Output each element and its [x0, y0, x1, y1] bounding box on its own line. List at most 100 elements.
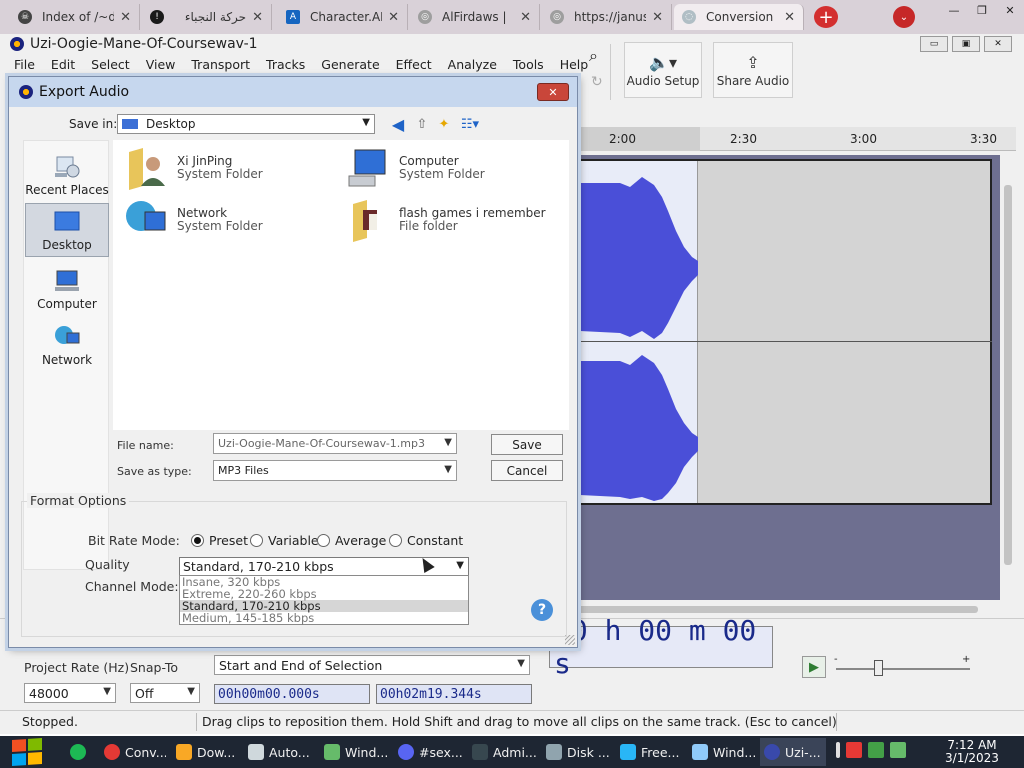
taskbar-item-spotify[interactable] — [66, 738, 96, 766]
taskbar-item-free[interactable]: Free... — [616, 738, 682, 766]
file-item[interactable]: Xi JinPing System Folder — [125, 146, 263, 190]
new-tab-button[interactable]: + — [814, 6, 838, 28]
help-button[interactable]: ? — [531, 599, 553, 621]
audio-position-display[interactable]: 00 h 00 m 00 s — [549, 614, 773, 680]
play-at-speed-button[interactable]: ▶ — [802, 656, 826, 678]
waveform — [580, 177, 698, 501]
minimize-button[interactable]: ▭ — [920, 36, 948, 52]
save-in-select[interactable]: Desktop ▼ — [117, 114, 375, 134]
close-icon[interactable]: ✕ — [252, 10, 263, 25]
flag-icon[interactable] — [846, 742, 862, 758]
snap-to-select[interactable]: Off ▼ — [130, 683, 200, 703]
view-menu-icon[interactable]: ☷▾ — [461, 115, 479, 133]
selection-start-time[interactable]: 00h00m00.000s — [214, 684, 370, 704]
minimize-button[interactable]: — — [940, 0, 968, 20]
menu-tools[interactable]: Tools — [513, 57, 544, 72]
taskbar-item-windows-2[interactable]: Wind... — [688, 738, 756, 766]
menu-generate[interactable]: Generate — [321, 57, 379, 72]
file-item[interactable]: Computer System Folder — [347, 146, 485, 190]
network-icon[interactable] — [868, 742, 884, 758]
close-icon[interactable]: ✕ — [120, 10, 131, 25]
taskbar-item-discord[interactable]: #sex... — [394, 738, 464, 766]
dialog-title-bar: Export Audio ✕ — [9, 77, 577, 107]
browser-tab-janus[interactable]: ◎ https://janus ✕ — [542, 4, 672, 30]
browser-tab-conversion[interactable]: ◌ Conversion ✕ — [674, 4, 804, 30]
cancel-button[interactable]: Cancel — [491, 460, 563, 481]
close-button[interactable]: ✕ — [996, 0, 1024, 20]
browser-tab-alfirdaws[interactable]: ◎ AlFirdaws | ✕ — [410, 4, 540, 30]
save-as-type-label: Save as type: — [117, 465, 192, 478]
taskbar-item-chrome[interactable]: Conv... — [100, 738, 166, 766]
taskbar-item-windows-1[interactable]: Wind... — [320, 738, 390, 766]
slider-handle[interactable] — [874, 660, 883, 676]
menu-analyze[interactable]: Analyze — [448, 57, 497, 72]
menu-tracks[interactable]: Tracks — [266, 57, 305, 72]
menu-file[interactable]: File — [14, 57, 35, 72]
radio-average[interactable]: Average — [317, 533, 386, 548]
save-as-type-select[interactable]: MP3 Files ▼ — [213, 460, 457, 481]
menu-transport[interactable]: Transport — [191, 57, 250, 72]
file-item[interactable]: Network System Folder — [125, 198, 263, 242]
file-name-input[interactable]: Uzi-Oogie-Mane-Of-Coursewav-1.mp3 ▼ — [213, 433, 457, 454]
scroll-thumb[interactable] — [1004, 185, 1012, 565]
file-item[interactable]: flash games i remember File folder — [347, 198, 546, 242]
taskbar-item-audacity[interactable]: Uzi-... — [760, 738, 826, 766]
close-button[interactable]: ✕ — [984, 36, 1012, 52]
scroll-thumb[interactable] — [578, 606, 978, 613]
place-computer[interactable]: Computer — [25, 261, 109, 315]
vertical-scrollbar[interactable] — [1000, 155, 1016, 600]
menu-edit[interactable]: Edit — [51, 57, 75, 72]
place-desktop[interactable]: Desktop — [25, 203, 109, 257]
project-rate-select[interactable]: 48000 ▼ — [24, 683, 116, 703]
restore-button[interactable]: ❐ — [968, 0, 996, 20]
audio-setup-button[interactable]: 🔈▾ Audio Setup — [624, 42, 702, 98]
browser-tab-nujaba[interactable]: ! حركة النجباء ✕ — [142, 4, 272, 30]
maximize-button[interactable]: ▣ — [952, 36, 980, 52]
share-audio-button[interactable]: ⇪ Share Audio — [713, 42, 793, 98]
selection-end-time[interactable]: 00h02m19.344s — [376, 684, 532, 704]
selection-mode-select[interactable]: Start and End of Selection ▼ — [214, 655, 530, 675]
place-network[interactable]: Network — [25, 317, 109, 371]
radio-preset[interactable]: Preset — [191, 533, 248, 548]
close-icon[interactable]: ✕ — [520, 10, 531, 25]
taskbar-item-auto[interactable]: Auto... — [244, 738, 312, 766]
up-folder-icon[interactable]: ⇧ — [413, 115, 431, 133]
browser-tab-character-ai[interactable]: A Character.AI ✕ — [278, 4, 408, 30]
close-button[interactable]: ✕ — [537, 83, 569, 101]
new-folder-icon[interactable]: ✦ — [435, 115, 453, 133]
taskbar-label: Wind... — [345, 744, 389, 760]
save-button[interactable]: Save — [491, 434, 563, 455]
taskbar-item-downloads[interactable]: Dow... — [172, 738, 238, 766]
place-recent-places[interactable]: Recent Places — [25, 147, 109, 201]
volume-icon[interactable] — [890, 742, 906, 758]
redo-icon[interactable]: ↻ — [591, 74, 603, 90]
search-icon[interactable]: ⌕ — [589, 46, 598, 66]
playback-speed-slider[interactable] — [836, 668, 970, 670]
taskbar-item-admin[interactable]: Admi... — [468, 738, 538, 766]
audio-clip[interactable] — [578, 159, 992, 505]
taskbar-clock[interactable]: 7:12 AM 3/1/2023 — [940, 739, 1004, 765]
windows-start-button[interactable] — [12, 737, 42, 767]
place-label: Network — [41, 353, 93, 367]
quality-option-medium[interactable]: Medium, 145-185 kbps — [180, 612, 468, 624]
radio-constant[interactable]: Constant — [389, 533, 463, 548]
timeline-ruler[interactable]: 2:00 2:30 3:00 3:30 — [578, 127, 1016, 151]
close-icon[interactable]: ✕ — [388, 10, 399, 25]
radio-variable[interactable]: Variable — [250, 533, 319, 548]
back-icon[interactable]: ◀ — [389, 115, 407, 134]
file-list[interactable]: Xi JinPing System Folder Computer System F… — [113, 140, 569, 430]
quality-dropdown-list[interactable]: Insane, 320 kbps Extreme, 220-260 kbps S… — [179, 575, 469, 625]
taskbar-item-disk[interactable]: Disk ... — [542, 738, 614, 766]
track-area[interactable] — [578, 155, 1016, 600]
chevron-down-icon[interactable]: ⌄ — [893, 6, 915, 28]
menu-view[interactable]: View — [146, 57, 176, 72]
chevron-down-icon[interactable]: ▼ — [444, 437, 452, 448]
tab-title: https://janus — [574, 10, 647, 24]
close-icon[interactable]: ✕ — [652, 10, 663, 25]
browser-tab-index[interactable]: ☠ Index of /~d ✕ — [10, 4, 140, 30]
menu-effect[interactable]: Effect — [396, 57, 432, 72]
menu-select[interactable]: Select — [91, 57, 130, 72]
more-icon[interactable] — [836, 742, 840, 758]
close-icon[interactable]: ✕ — [784, 10, 795, 25]
resize-grip[interactable] — [565, 635, 575, 645]
